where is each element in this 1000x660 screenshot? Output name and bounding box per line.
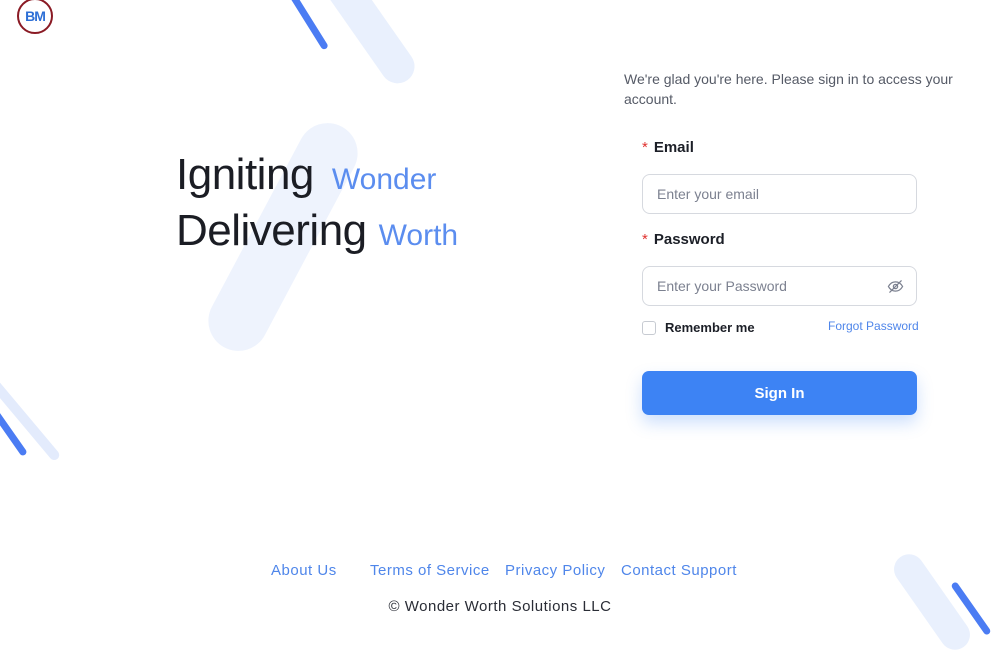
email-input[interactable] [655, 185, 904, 203]
decor-stripe-top-light [318, 0, 422, 90]
hero-line2-accent: Worth [378, 219, 459, 252]
logo-text: BM [25, 8, 46, 24]
footer-link-support[interactable]: Contact Support [621, 562, 737, 579]
footer-link-privacy[interactable]: Privacy Policy [505, 562, 605, 579]
decor-stripe-top-blue [289, 0, 329, 51]
footer-link-terms[interactable]: Terms of Service [370, 562, 490, 579]
password-field-box [642, 266, 917, 306]
password-label-text: Password [653, 231, 725, 248]
remember-me-label: Remember me [665, 320, 755, 335]
footer-link-about[interactable]: About Us [271, 562, 337, 579]
eye-slash-icon[interactable] [886, 277, 904, 295]
login-intro-text: We're glad you're here. Please sign in t… [624, 71, 953, 107]
required-mark: * [642, 231, 648, 248]
hero-line1-accent: Wonder [331, 163, 437, 196]
hero-tagline: Igniting Wonder Delivering Worth [176, 150, 458, 256]
hero-line1-strong: Igniting [176, 150, 314, 199]
remember-me-checkbox[interactable] [642, 320, 656, 335]
brand-logo: BM [17, 0, 53, 34]
remember-me: Remember me [642, 320, 755, 335]
password-input[interactable] [655, 277, 886, 295]
decor-stripe-left-light [0, 375, 62, 463]
footer-copyright: © Wonder Worth Solutions LLC [388, 598, 612, 615]
email-label: * Email [642, 139, 694, 156]
hero-line-1: Igniting Wonder [176, 150, 458, 200]
required-mark: * [642, 139, 648, 156]
hero-line2-strong: Delivering [176, 206, 367, 255]
email-field-box [642, 174, 917, 214]
forgot-password-link[interactable]: Forgot Password [828, 319, 919, 333]
sign-in-button[interactable]: Sign In [642, 371, 917, 415]
email-label-text: Email [653, 139, 694, 156]
hero-line-2: Delivering Worth [176, 206, 458, 256]
password-label: * Password [642, 231, 725, 248]
